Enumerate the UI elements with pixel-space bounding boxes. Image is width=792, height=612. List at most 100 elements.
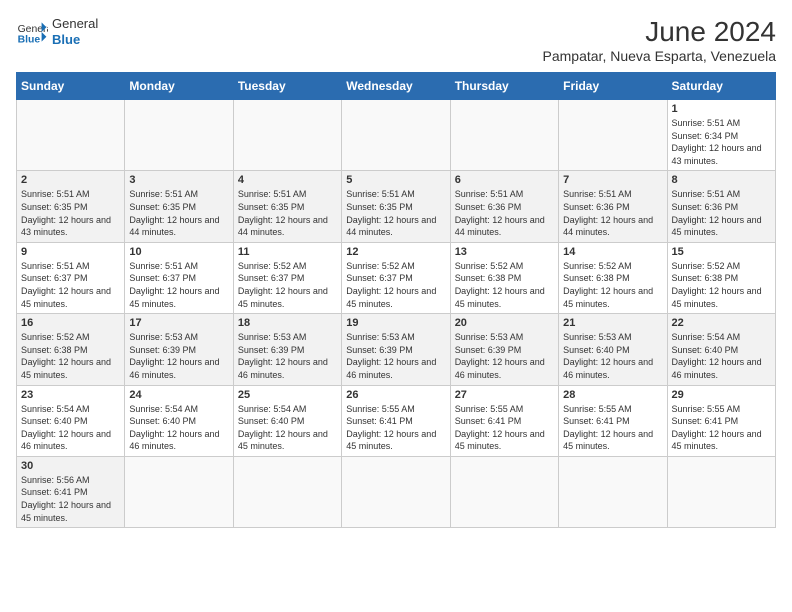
calendar-cell xyxy=(450,100,558,171)
day-info: Sunrise: 5:51 AM Sunset: 6:36 PM Dayligh… xyxy=(455,188,554,238)
calendar-cell: 11Sunrise: 5:52 AM Sunset: 6:37 PM Dayli… xyxy=(233,242,341,313)
calendar-cell: 7 Sunrise: 5:51 AM Sunset: 6:36 PM Daylig… xyxy=(559,171,667,242)
day-number: 29 xyxy=(672,389,771,401)
day-number: 21 xyxy=(563,317,662,329)
day-info: Sunrise: 5:52 AM Sunset: 6:38 PM Dayligh… xyxy=(563,260,662,310)
calendar-cell xyxy=(342,100,450,171)
day-number: 28 xyxy=(563,389,662,401)
day-number: 12 xyxy=(346,246,445,258)
day-info: Sunrise: 5:51 AM Sunset: 6:35 PM Dayligh… xyxy=(238,188,337,238)
calendar-cell: 1 Sunrise: 5:51 AM Sunset: 6:34 PM Daylig… xyxy=(667,100,775,171)
page-header: General Blue General Blue June 2024 Pamp… xyxy=(16,16,776,64)
calendar-cell xyxy=(125,100,233,171)
day-number: 9 xyxy=(21,246,120,258)
calendar-cell: 25 Sunrise: 5:54 AM Sunset: 6:40 PM Dayli… xyxy=(233,385,341,456)
day-info: Sunrise: 5:55 AM Sunset: 6:41 PM Dayligh… xyxy=(563,403,662,453)
calendar-cell: 12 Sunrise: 5:52 AM Sunset: 6:37 PM Dayli… xyxy=(342,242,450,313)
day-info: Sunrise: 5:51 AM Sunset: 6:36 PM Dayligh… xyxy=(672,188,771,238)
day-info: Sunrise: 5:54 AM Sunset: 6:40 PM Dayligh… xyxy=(129,403,228,453)
calendar-cell: 29Sunrise: 5:55 AM Sunset: 6:41 PM Dayli… xyxy=(667,385,775,456)
calendar-cell: 27 Sunrise: 5:55 AM Sunset: 6:41 PM Dayli… xyxy=(450,385,558,456)
day-info: Sunrise: 5:52 AM Sunset: 6:38 PM Dayligh… xyxy=(672,260,771,310)
calendar-cell: 28 Sunrise: 5:55 AM Sunset: 6:41 PM Dayli… xyxy=(559,385,667,456)
weekday-header-saturday: Saturday xyxy=(667,73,775,100)
day-number: 14 xyxy=(563,246,662,258)
day-info: Sunrise: 5:51 AM Sunset: 6:35 PM Dayligh… xyxy=(129,188,228,238)
week-row-3: 16 Sunrise: 5:52 AM Sunset: 6:38 PM Dayli… xyxy=(17,314,776,385)
calendar-cell xyxy=(342,456,450,527)
calendar-cell xyxy=(17,100,125,171)
day-number: 18 xyxy=(238,317,337,329)
day-info: Sunrise: 5:51 AM Sunset: 6:37 PM Dayligh… xyxy=(129,260,228,310)
day-info: Sunrise: 5:55 AM Sunset: 6:41 PM Dayligh… xyxy=(346,403,445,453)
calendar-cell xyxy=(450,456,558,527)
logo-icon: General Blue xyxy=(16,16,48,48)
day-info: Sunrise: 5:55 AM Sunset: 6:41 PM Dayligh… xyxy=(455,403,554,453)
title-area: June 2024 Pampatar, Nueva Esparta, Venez… xyxy=(543,16,776,64)
day-number: 25 xyxy=(238,389,337,401)
weekday-header-sunday: Sunday xyxy=(17,73,125,100)
day-info: Sunrise: 5:52 AM Sunset: 6:38 PM Dayligh… xyxy=(21,331,120,381)
day-info: Sunrise: 5:53 AM Sunset: 6:39 PM Dayligh… xyxy=(129,331,228,381)
calendar-cell: 30Sunrise: 5:56 AM Sunset: 6:41 PM Dayli… xyxy=(17,456,125,527)
weekday-header-row: SundayMondayTuesdayWednesdayThursdayFrid… xyxy=(17,73,776,100)
calendar-cell xyxy=(233,100,341,171)
day-number: 11 xyxy=(238,246,337,258)
day-info: Sunrise: 5:52 AM Sunset: 6:38 PM Dayligh… xyxy=(455,260,554,310)
day-number: 4 xyxy=(238,174,337,186)
day-number: 2 xyxy=(21,174,120,186)
calendar-cell: 16 Sunrise: 5:52 AM Sunset: 6:38 PM Dayli… xyxy=(17,314,125,385)
day-info: Sunrise: 5:54 AM Sunset: 6:40 PM Dayligh… xyxy=(21,403,120,453)
week-row-0: 1 Sunrise: 5:51 AM Sunset: 6:34 PM Daylig… xyxy=(17,100,776,171)
day-info: Sunrise: 5:54 AM Sunset: 6:40 PM Dayligh… xyxy=(238,403,337,453)
calendar-cell: 21 Sunrise: 5:53 AM Sunset: 6:40 PM Dayli… xyxy=(559,314,667,385)
day-info: Sunrise: 5:53 AM Sunset: 6:40 PM Dayligh… xyxy=(563,331,662,381)
calendar-cell: 13Sunrise: 5:52 AM Sunset: 6:38 PM Dayli… xyxy=(450,242,558,313)
weekday-header-wednesday: Wednesday xyxy=(342,73,450,100)
day-number: 30 xyxy=(21,460,120,472)
day-info: Sunrise: 5:51 AM Sunset: 6:37 PM Dayligh… xyxy=(21,260,120,310)
day-number: 3 xyxy=(129,174,228,186)
calendar-cell xyxy=(233,456,341,527)
calendar-cell: 15Sunrise: 5:52 AM Sunset: 6:38 PM Dayli… xyxy=(667,242,775,313)
svg-text:Blue: Blue xyxy=(18,34,41,45)
weekday-header-thursday: Thursday xyxy=(450,73,558,100)
calendar-cell: 23Sunrise: 5:54 AM Sunset: 6:40 PM Dayli… xyxy=(17,385,125,456)
day-number: 27 xyxy=(455,389,554,401)
day-info: Sunrise: 5:51 AM Sunset: 6:36 PM Dayligh… xyxy=(563,188,662,238)
day-number: 1 xyxy=(672,103,771,115)
day-number: 7 xyxy=(563,174,662,186)
day-info: Sunrise: 5:53 AM Sunset: 6:39 PM Dayligh… xyxy=(455,331,554,381)
calendar-table: SundayMondayTuesdayWednesdayThursdayFrid… xyxy=(16,72,776,528)
calendar-cell: 3 Sunrise: 5:51 AM Sunset: 6:35 PM Daylig… xyxy=(125,171,233,242)
day-number: 8 xyxy=(672,174,771,186)
weekday-header-tuesday: Tuesday xyxy=(233,73,341,100)
calendar-cell: 17 Sunrise: 5:53 AM Sunset: 6:39 PM Dayli… xyxy=(125,314,233,385)
calendar-cell xyxy=(559,100,667,171)
month-title: June 2024 xyxy=(543,16,776,48)
day-info: Sunrise: 5:51 AM Sunset: 6:34 PM Dayligh… xyxy=(672,117,771,167)
calendar-cell: 24Sunrise: 5:54 AM Sunset: 6:40 PM Dayli… xyxy=(125,385,233,456)
day-number: 10 xyxy=(129,246,228,258)
day-number: 16 xyxy=(21,317,120,329)
calendar-cell: 14 Sunrise: 5:52 AM Sunset: 6:38 PM Dayli… xyxy=(559,242,667,313)
day-info: Sunrise: 5:52 AM Sunset: 6:37 PM Dayligh… xyxy=(346,260,445,310)
day-number: 17 xyxy=(129,317,228,329)
calendar-cell: 2Sunrise: 5:51 AM Sunset: 6:35 PM Daylig… xyxy=(17,171,125,242)
week-row-4: 23Sunrise: 5:54 AM Sunset: 6:40 PM Dayli… xyxy=(17,385,776,456)
day-info: Sunrise: 5:53 AM Sunset: 6:39 PM Dayligh… xyxy=(238,331,337,381)
calendar-cell: 22Sunrise: 5:54 AM Sunset: 6:40 PM Dayli… xyxy=(667,314,775,385)
week-row-2: 9 Sunrise: 5:51 AM Sunset: 6:37 PM Daylig… xyxy=(17,242,776,313)
calendar-cell: 9 Sunrise: 5:51 AM Sunset: 6:37 PM Daylig… xyxy=(17,242,125,313)
calendar-cell: 26Sunrise: 5:55 AM Sunset: 6:41 PM Dayli… xyxy=(342,385,450,456)
day-number: 22 xyxy=(672,317,771,329)
calendar-cell xyxy=(667,456,775,527)
calendar-cell xyxy=(559,456,667,527)
weekday-header-friday: Friday xyxy=(559,73,667,100)
day-number: 20 xyxy=(455,317,554,329)
day-info: Sunrise: 5:53 AM Sunset: 6:39 PM Dayligh… xyxy=(346,331,445,381)
day-info: Sunrise: 5:51 AM Sunset: 6:35 PM Dayligh… xyxy=(346,188,445,238)
calendar-cell xyxy=(125,456,233,527)
calendar-cell: 10 Sunrise: 5:51 AM Sunset: 6:37 PM Dayli… xyxy=(125,242,233,313)
calendar-cell: 6Sunrise: 5:51 AM Sunset: 6:36 PM Daylig… xyxy=(450,171,558,242)
